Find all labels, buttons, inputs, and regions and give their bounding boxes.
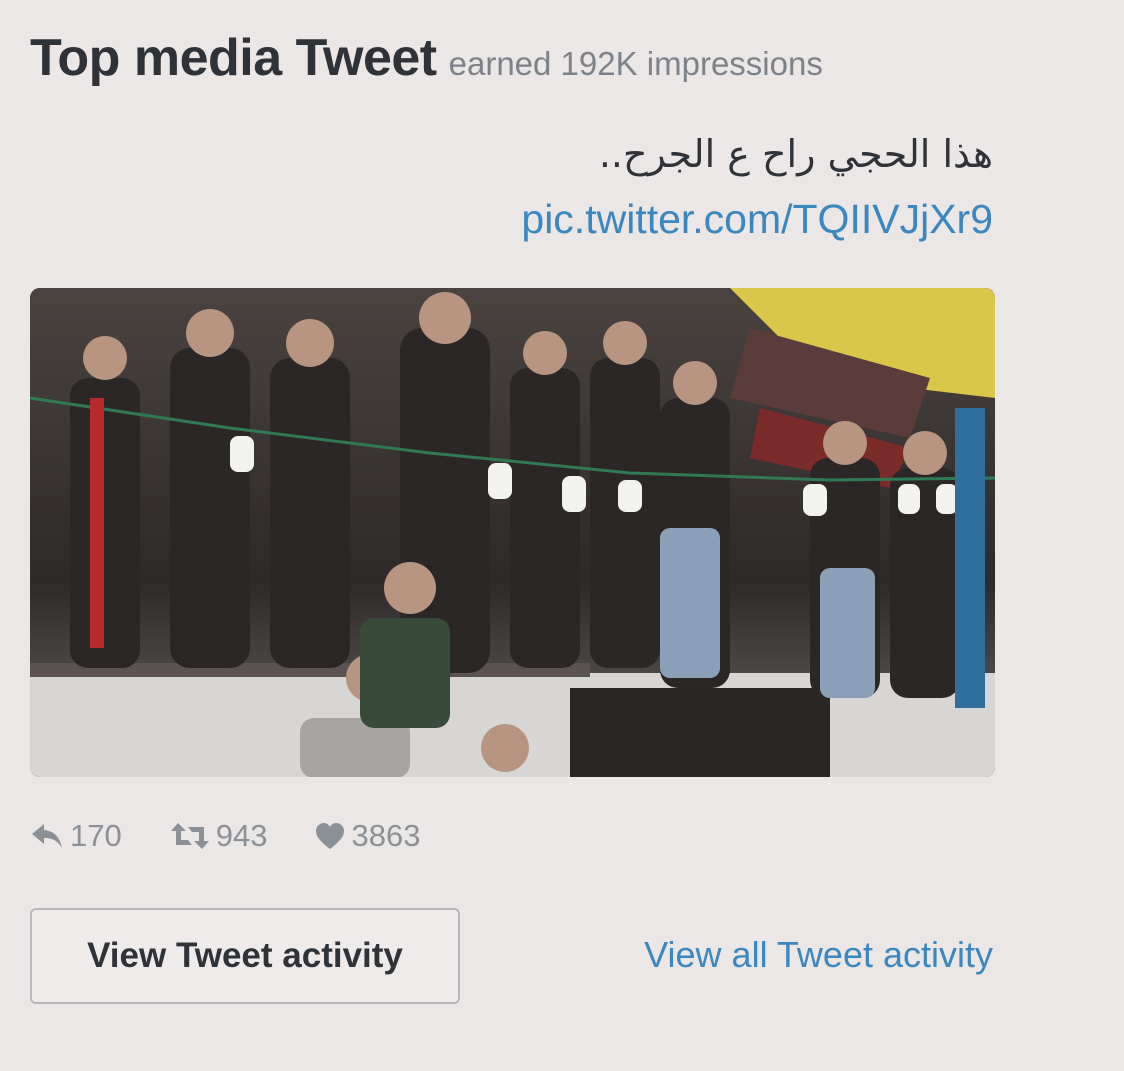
reply-action[interactable]: 170	[30, 818, 122, 854]
impressions-subtitle: earned 192K impressions	[448, 45, 823, 82]
tweet-text: هذا الحجي راح ع الجرح..	[598, 132, 993, 176]
tweet-actions: 170 943 3863	[30, 818, 468, 854]
heart-icon	[316, 823, 345, 849]
media-scene	[30, 288, 995, 777]
card-header: Top media Tweet earned 192K impressions	[30, 28, 823, 88]
tweet-media-link[interactable]: pic.twitter.com/TQIIVJjXr9	[521, 196, 993, 243]
card-title: Top media Tweet	[30, 29, 437, 87]
reply-count: 170	[70, 818, 122, 853]
like-count: 3863	[351, 818, 421, 853]
tweet-media-image[interactable]	[30, 288, 995, 777]
view-tweet-activity-button[interactable]: View Tweet activity	[30, 908, 460, 1004]
retweet-action[interactable]: 943	[170, 818, 268, 854]
retweet-icon	[170, 823, 209, 849]
like-action[interactable]: 3863	[315, 818, 420, 854]
retweet-count: 943	[215, 818, 268, 853]
reply-icon	[32, 824, 62, 848]
view-all-tweet-activity-link[interactable]: View all Tweet activity	[644, 934, 993, 976]
